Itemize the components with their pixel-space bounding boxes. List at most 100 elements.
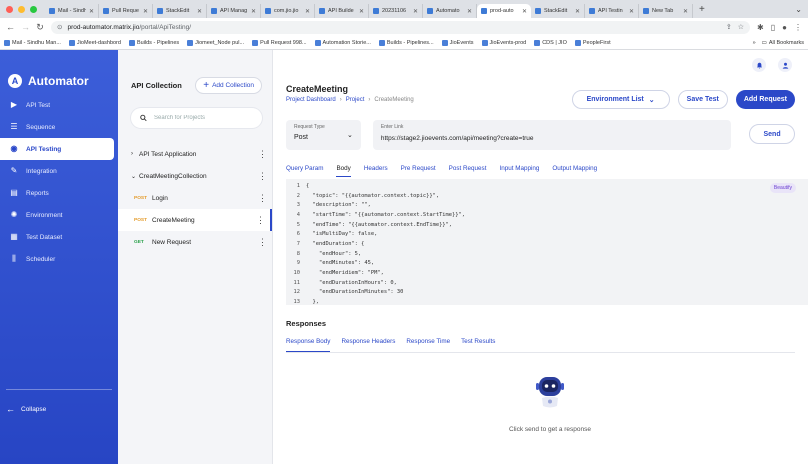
- sidebar-item-test-dataset[interactable]: ▦ Test Dataset: [0, 226, 118, 248]
- add-request-button[interactable]: Add Request: [735, 90, 795, 109]
- bookmark-star-icon[interactable]: ☆: [738, 23, 744, 31]
- browser-tab[interactable]: 20231106 ✕: [369, 4, 423, 18]
- bookmark-item[interactable]: Jiomeet_Node pul...: [187, 39, 244, 46]
- bookmark-item[interactable]: JioEvents-prod: [481, 39, 526, 46]
- extensions-icon[interactable]: ✱: [757, 23, 764, 32]
- bell-icon[interactable]: [752, 58, 766, 72]
- tab-pre-request[interactable]: Pre Request: [401, 163, 436, 177]
- beautify-button[interactable]: Beautify: [769, 183, 796, 193]
- tab-query-param[interactable]: Query Param: [286, 163, 323, 177]
- browser-tab[interactable]: StackEdit ✕: [531, 4, 585, 18]
- bookmark-item[interactable]: CDS | JIO: [534, 39, 567, 46]
- more-options-icon[interactable]: ⋮: [258, 193, 267, 204]
- tab-body[interactable]: Body: [336, 163, 351, 177]
- close-window-button[interactable]: [6, 5, 13, 13]
- save-test-button[interactable]: Save Test: [677, 90, 728, 109]
- more-options-icon[interactable]: ⋮: [256, 215, 265, 226]
- forward-arrow-icon[interactable]: →: [21, 22, 30, 32]
- request-item[interactable]: POST Login ⋮: [118, 187, 272, 209]
- minimize-window-button[interactable]: [18, 5, 25, 13]
- address-bar[interactable]: ⊙ prod-automator.matrix.jio/portal/ApiTe…: [51, 20, 751, 34]
- search-input[interactable]: [154, 115, 253, 121]
- bookmark-item[interactable]: JioMeet-dashbord: [68, 39, 121, 46]
- request-type-select[interactable]: Request Type Post ⌄: [286, 120, 361, 150]
- send-button[interactable]: Send: [749, 124, 796, 144]
- close-tab-icon[interactable]: ✕: [629, 8, 634, 15]
- bookmarks-overflow-icon[interactable]: »: [753, 40, 756, 46]
- site-info-icon[interactable]: ⊙: [57, 23, 62, 31]
- user-avatar-icon[interactable]: [778, 58, 792, 72]
- maximize-window-button[interactable]: [30, 5, 37, 13]
- new-tab-button[interactable]: +: [693, 4, 711, 15]
- share-icon[interactable]: ⇪: [726, 23, 732, 31]
- browser-tab[interactable]: com.jio.jio ✕: [261, 4, 315, 18]
- sidebar-item-reports[interactable]: ▤ Reports: [0, 182, 118, 204]
- sidebar-item-sequence[interactable]: ☰ Sequence: [0, 116, 118, 138]
- chevron-icon[interactable]: ›: [131, 151, 139, 157]
- chevron-icon[interactable]: ⌄: [131, 173, 139, 180]
- tab-response-time[interactable]: Response Time: [406, 336, 450, 352]
- bookmark-item[interactable]: JioEvents: [441, 39, 474, 46]
- sidebar-item-api-test[interactable]: ▶ API Test: [0, 94, 118, 116]
- more-options-icon[interactable]: ⋮: [258, 149, 267, 160]
- close-tab-icon[interactable]: ✕: [575, 8, 580, 15]
- sidebar-item-api-testing[interactable]: ◉ API Testing: [0, 138, 114, 160]
- reload-icon[interactable]: ↻: [36, 22, 44, 33]
- sidepanel-icon[interactable]: ▯: [771, 23, 775, 32]
- tab-search-icon[interactable]: ⌄: [795, 5, 808, 14]
- close-tab-icon[interactable]: ✕: [683, 8, 688, 15]
- browser-menu-icon[interactable]: ⋮: [794, 23, 802, 32]
- browser-tab[interactable]: StackEdit ✕: [153, 4, 207, 18]
- brand[interactable]: A Automator: [0, 50, 118, 94]
- tab-post-request[interactable]: Post Request: [449, 163, 487, 177]
- sidebar-item-scheduler[interactable]: ⫼ Scheduler: [0, 248, 118, 270]
- link-input[interactable]: Enter Link https://stage2.jioevents.com/…: [372, 120, 732, 150]
- bookmark-item[interactable]: Automation Storie...: [314, 39, 371, 46]
- environment-list-dropdown[interactable]: Environment List ⌄: [571, 90, 670, 109]
- request-item[interactable]: GET New Request ⋮: [118, 231, 272, 253]
- tab-test-results[interactable]: Test Results: [461, 336, 495, 352]
- browser-tab[interactable]: prod-auto ✕: [477, 4, 531, 18]
- bookmark-item[interactable]: Builds - Pipelines...: [378, 39, 434, 46]
- profile-icon[interactable]: ●: [782, 23, 787, 32]
- back-arrow-icon[interactable]: ←: [6, 22, 15, 32]
- browser-tab[interactable]: Mail - Sindh ✕: [45, 4, 99, 18]
- add-collection-button[interactable]: + Add Collection: [195, 77, 262, 94]
- bookmark-item[interactable]: PeopleFirst: [574, 39, 611, 46]
- tab-response-body[interactable]: Response Body: [286, 336, 331, 352]
- collection-folder[interactable]: › API Test Application ⋮: [118, 143, 272, 165]
- close-tab-icon[interactable]: ✕: [197, 8, 202, 15]
- bookmark-item[interactable]: Pull Request 998...: [252, 39, 307, 46]
- browser-tab[interactable]: New Tab ✕: [639, 4, 693, 18]
- close-tab-icon[interactable]: ✕: [522, 8, 527, 15]
- browser-tab[interactable]: API Manag ✕: [207, 4, 261, 18]
- close-tab-icon[interactable]: ✕: [359, 8, 364, 15]
- all-bookmarks[interactable]: ▭ All Bookmarks: [762, 40, 804, 46]
- close-tab-icon[interactable]: ✕: [89, 8, 94, 15]
- request-item[interactable]: POST CreateMeeting ⋮: [118, 209, 272, 231]
- close-tab-icon[interactable]: ✕: [413, 8, 418, 15]
- bookmark-item[interactable]: Mail - Sindhu Man...: [4, 39, 61, 46]
- close-tab-icon[interactable]: ✕: [143, 8, 148, 15]
- more-options-icon[interactable]: ⋮: [258, 171, 267, 182]
- browser-tab[interactable]: Automato ✕: [423, 4, 477, 18]
- browser-tab[interactable]: API Builde ✕: [315, 4, 369, 18]
- collapse-button[interactable]: ← Collapse: [6, 404, 46, 414]
- browser-tab[interactable]: API Testin ✕: [585, 4, 639, 18]
- sidebar-item-environment[interactable]: ✺ Environment: [0, 204, 118, 226]
- body-code-editor[interactable]: 1{2 "topic": "{{automator.context.topic}…: [286, 179, 808, 305]
- collection-folder[interactable]: ⌄ CreatMeetingCollection ⋮: [118, 165, 272, 187]
- tab-headers[interactable]: Headers: [364, 163, 388, 177]
- breadcrumb-project-dashboard[interactable]: Project Dashboard: [286, 97, 336, 103]
- close-tab-icon[interactable]: ✕: [305, 8, 310, 15]
- browser-tab[interactable]: Pull Reque ✕: [99, 4, 153, 18]
- tab-input-mapping[interactable]: Input Mapping: [499, 163, 539, 177]
- breadcrumb-project[interactable]: Project: [346, 97, 365, 103]
- tab-response-headers[interactable]: Response Headers: [341, 336, 395, 352]
- close-tab-icon[interactable]: ✕: [467, 8, 472, 15]
- tab-output-mapping[interactable]: Output Mapping: [552, 163, 597, 177]
- more-options-icon[interactable]: ⋮: [258, 237, 267, 248]
- close-tab-icon[interactable]: ✕: [251, 8, 256, 15]
- sidebar-item-integration[interactable]: ✎ Integration: [0, 160, 118, 182]
- bookmark-item[interactable]: Builds - Pipelines: [128, 39, 179, 46]
